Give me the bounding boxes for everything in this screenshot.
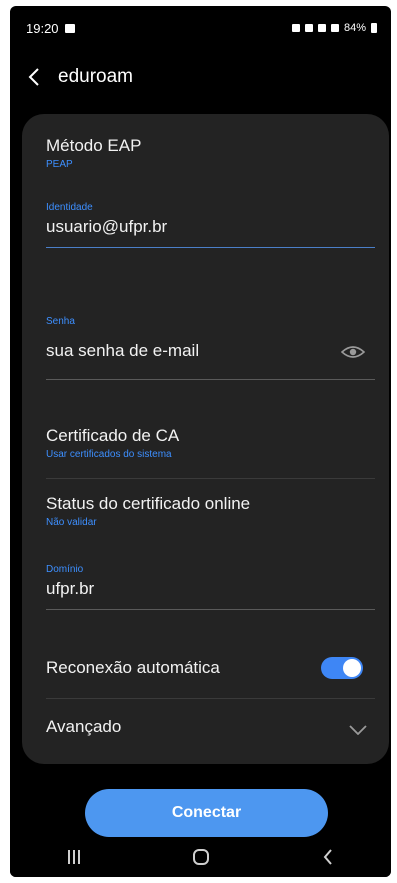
identity-field[interactable]: Identidade usuario@ufpr.br — [46, 202, 375, 248]
divider — [46, 698, 375, 699]
identity-underline — [46, 247, 375, 248]
auto-reconnect-setting[interactable]: Reconexão automática — [46, 657, 375, 687]
navigation-bar — [10, 837, 391, 877]
domain-field[interactable]: Domínio ufpr.br — [46, 564, 375, 610]
page-title: eduroam — [58, 66, 133, 87]
recent-apps-button[interactable] — [44, 837, 104, 877]
show-password-button[interactable] — [340, 344, 366, 365]
eap-method-label: Método EAP — [46, 136, 142, 155]
mute-icon — [317, 24, 326, 32]
online-cert-status-label: Status do certificado online — [46, 494, 251, 513]
chevron-down-icon — [349, 725, 367, 736]
app-bar: eduroam — [10, 52, 391, 102]
eap-method-value: PEAP — [46, 159, 73, 170]
home-button[interactable] — [171, 837, 231, 877]
online-cert-status-value: Não validar — [46, 517, 97, 528]
password-label: Senha — [46, 316, 75, 327]
password-field[interactable]: Senha sua senha de e-mail — [46, 316, 375, 380]
identity-input[interactable]: usuario@ufpr.br — [46, 217, 375, 237]
password-underline — [46, 379, 375, 380]
back-icon — [28, 68, 39, 86]
battery-icon — [371, 23, 377, 33]
back-button[interactable] — [10, 52, 58, 102]
phone-screen: 19:20 84% eduroam Método EAP PEAP Identi… — [10, 6, 391, 877]
settings-card: Método EAP PEAP Identidade usuario@ufpr.… — [22, 114, 389, 764]
toggle-knob — [343, 659, 361, 677]
divider — [46, 478, 375, 479]
auto-reconnect-toggle[interactable] — [321, 657, 363, 679]
online-cert-status-setting[interactable]: Status do certificado online Não validar — [46, 494, 375, 528]
lock-icon — [291, 24, 300, 32]
ca-certificate-label: Certificado de CA — [46, 426, 180, 445]
identity-label: Identidade — [46, 202, 93, 213]
connect-button[interactable]: Conectar — [85, 789, 328, 837]
advanced-setting[interactable]: Avançado — [46, 716, 375, 742]
eye-icon — [340, 346, 366, 358]
advanced-expand[interactable] — [349, 722, 367, 740]
nav-back-icon — [323, 849, 332, 865]
battery-percent: 84% — [343, 22, 366, 34]
recent-apps-icon — [67, 850, 80, 864]
advanced-label: Avançado — [46, 717, 122, 736]
password-input[interactable]: sua senha de e-mail — [46, 341, 375, 361]
domain-label: Domínio — [46, 564, 84, 575]
domain-input[interactable]: ufpr.br — [46, 579, 375, 599]
image-notification-icon — [64, 23, 75, 33]
status-bar: 19:20 84% — [10, 6, 391, 50]
domain-underline — [46, 609, 375, 610]
home-icon — [192, 849, 209, 865]
nav-back-button[interactable] — [298, 837, 358, 877]
ca-certificate-value: Usar certificados do sistema — [46, 449, 172, 460]
alarm-icon — [304, 24, 313, 32]
eap-method-setting[interactable]: Método EAP PEAP — [46, 136, 375, 170]
signal-icon — [330, 24, 339, 32]
status-time: 19:20 — [26, 20, 59, 36]
ca-certificate-setting[interactable]: Certificado de CA Usar certificados do s… — [46, 426, 375, 460]
